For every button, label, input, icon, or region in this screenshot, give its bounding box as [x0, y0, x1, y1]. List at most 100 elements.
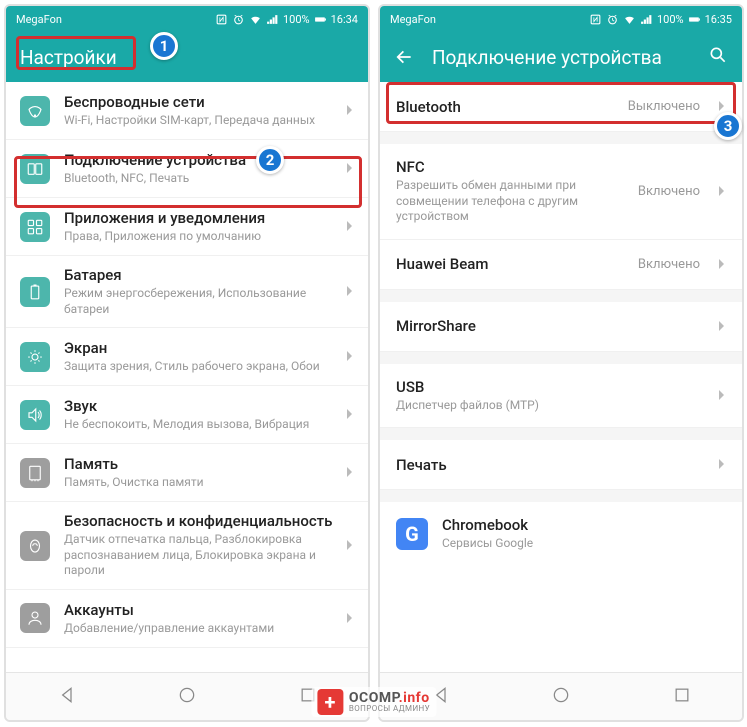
item-sub: Сервисы Google	[442, 536, 726, 552]
nav-home-button[interactable]	[551, 685, 571, 709]
chevron-right-icon	[346, 282, 354, 301]
item-title: Безопасность и конфиденциальность	[64, 512, 338, 530]
chromebook-icon: G	[396, 518, 428, 550]
item-sub: Wi-Fi, Настройки SIM-карт, Передача данн…	[64, 113, 338, 129]
item-body: Bluetooth	[396, 98, 628, 116]
spacer	[380, 132, 742, 144]
item-sub: Диспетчер файлов (MTP)	[396, 398, 710, 414]
item-title: Батарея	[64, 266, 338, 284]
item-body: Приложения и уведомления Права, Приложен…	[64, 209, 338, 245]
item-sub: Добавление/управление аккаунтами	[64, 621, 338, 637]
connection-list[interactable]: Bluetooth Выключено NFC Разрешить обмен …	[380, 82, 742, 672]
nav-back-button[interactable]	[56, 685, 76, 709]
item-body: Chromebook Сервисы Google	[442, 516, 726, 552]
accounts-icon	[20, 603, 50, 633]
item-value: Выключено	[628, 99, 700, 114]
chevron-right-icon	[718, 386, 726, 405]
item-body: Память Память, Очистка памяти	[64, 455, 338, 491]
settings-item-memory[interactable]: Память Память, Очистка памяти	[6, 444, 368, 502]
item-body: Печать	[396, 456, 710, 474]
settings-item-device-connection[interactable]: Подключение устройства Bluetooth, NFC, П…	[6, 140, 368, 198]
alarm-icon	[606, 13, 619, 26]
item-title: Память	[64, 455, 338, 473]
connection-header: Подключение устройства	[380, 32, 742, 82]
settings-header: Настройки	[6, 32, 368, 82]
item-sub: Датчик отпечатка пальца, Разблокировка р…	[64, 532, 338, 579]
settings-item-apps[interactable]: Приложения и уведомления Права, Приложен…	[6, 198, 368, 256]
watermark-bottom: ВОПРОСЫ АДМИНУ	[349, 705, 430, 713]
watermark-plus-icon: +	[317, 689, 343, 715]
carrier-label: MegaFon	[16, 13, 62, 26]
item-sub: Bluetooth, NFC, Печать	[64, 171, 338, 187]
chevron-right-icon	[346, 405, 354, 424]
item-title: Аккаунты	[64, 601, 338, 619]
connection-item-usb[interactable]: USB Диспетчер файлов (MTP)	[380, 364, 742, 429]
spacer	[380, 428, 742, 440]
item-body: Подключение устройства Bluetooth, NFC, П…	[64, 151, 338, 187]
item-title: USB	[396, 378, 710, 396]
alarm-icon	[232, 13, 245, 26]
header-title: Настройки	[20, 46, 354, 69]
memory-icon	[20, 458, 50, 488]
item-title: Экран	[64, 339, 338, 357]
nav-recent-button[interactable]	[672, 685, 692, 709]
search-button[interactable]	[708, 45, 728, 70]
security-icon	[20, 531, 50, 561]
connection-item-huawei-beam[interactable]: Huawei Beam Включено	[380, 240, 742, 290]
chevron-right-icon	[718, 317, 726, 336]
battery-percent: 100%	[283, 13, 310, 26]
nfc-icon	[589, 13, 602, 26]
item-body: NFC Разрешить обмен данными при совмещен…	[396, 158, 638, 225]
item-sub: Защита зрения, Стиль рабочего экрана, Об…	[64, 359, 338, 375]
item-title: Huawei Beam	[396, 255, 638, 273]
item-title: MirrorShare	[396, 317, 710, 335]
wifi-status-icon	[623, 13, 636, 26]
item-sub: Не беспокоить, Мелодия вызова, Вибрация	[64, 417, 338, 433]
status-icons: 100% 16:34	[215, 13, 358, 26]
sound-icon	[20, 400, 50, 430]
chevron-right-icon	[346, 536, 354, 555]
screen-icon	[20, 342, 50, 372]
status-bar: MegaFon 100% 16:34	[6, 6, 368, 32]
signal-icon	[266, 13, 279, 26]
settings-item-accounts[interactable]: Аккаунты Добавление/управление аккаунтам…	[6, 590, 368, 648]
item-body: Батарея Режим энергосбережения, Использо…	[64, 266, 338, 317]
header-title: Подключение устройства	[432, 46, 690, 69]
chevron-right-icon	[718, 97, 726, 116]
item-body: Безопасность и конфиденциальность Датчик…	[64, 512, 338, 579]
item-title: Приложения и уведомления	[64, 209, 338, 227]
item-value: Включено	[638, 257, 700, 272]
item-body: MirrorShare	[396, 317, 710, 335]
spacer	[380, 490, 742, 502]
settings-item-wireless[interactable]: Беспроводные сети Wi-Fi, Настройки SIM-к…	[6, 82, 368, 140]
item-title: Печать	[396, 456, 710, 474]
item-body: Huawei Beam	[396, 255, 638, 273]
item-sub: Режим энергосбережения, Использование ба…	[64, 286, 338, 317]
item-sub: Память, Очистка памяти	[64, 475, 338, 491]
settings-item-screen[interactable]: Экран Защита зрения, Стиль рабочего экра…	[6, 328, 368, 386]
back-button[interactable]	[394, 47, 414, 67]
settings-list[interactable]: Беспроводные сети Wi-Fi, Настройки SIM-к…	[6, 82, 368, 672]
chevron-right-icon	[718, 255, 726, 274]
connection-item-bluetooth[interactable]: Bluetooth Выключено	[380, 82, 742, 132]
settings-item-battery[interactable]: Батарея Режим энергосбережения, Использо…	[6, 256, 368, 328]
device-connection-icon	[20, 154, 50, 184]
battery-percent: 100%	[657, 13, 684, 26]
connection-item-nfc[interactable]: NFC Разрешить обмен данными при совмещен…	[380, 144, 742, 240]
item-body: Экран Защита зрения, Стиль рабочего экра…	[64, 339, 338, 375]
time-label: 16:34	[331, 13, 358, 26]
status-bar: MegaFon 100% 16:35	[380, 6, 742, 32]
watermark: + OCOMP.info ВОПРОСЫ АДМИНУ	[311, 687, 436, 717]
connection-item-print[interactable]: Печать	[380, 440, 742, 490]
connection-item-mirrorshare[interactable]: MirrorShare	[380, 302, 742, 352]
item-sub: Права, Приложения по умолчанию	[64, 229, 338, 245]
chevron-right-icon	[346, 463, 354, 482]
time-label: 16:35	[705, 13, 732, 26]
nav-home-button[interactable]	[177, 685, 197, 709]
item-title: Звук	[64, 397, 338, 415]
spacer	[380, 352, 742, 364]
settings-item-security[interactable]: Безопасность и конфиденциальность Датчик…	[6, 502, 368, 590]
settings-item-sound[interactable]: Звук Не беспокоить, Мелодия вызова, Вибр…	[6, 386, 368, 444]
connection-item-chromebook[interactable]: G Chromebook Сервисы Google	[380, 502, 742, 566]
item-title: Bluetooth	[396, 98, 628, 116]
